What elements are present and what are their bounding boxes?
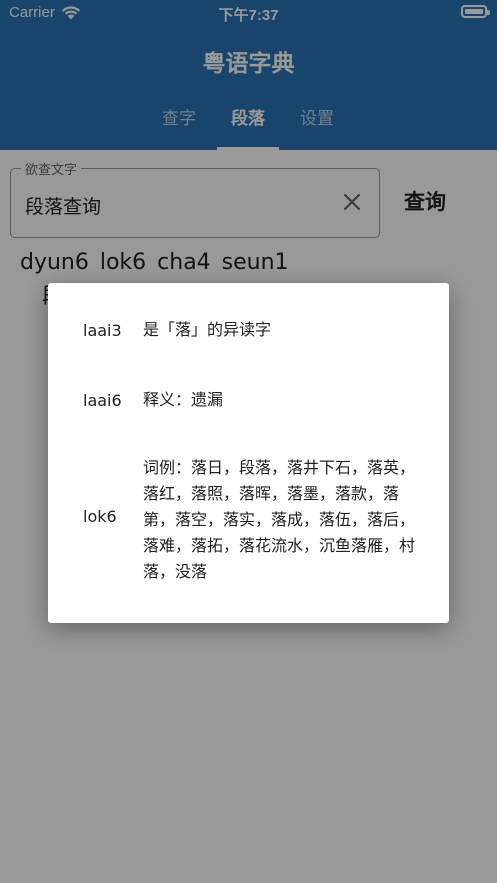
meaning-text: 词例：落日，段落，落井下石，落英，落红，落照，落晖，落墨，落款，落第，落空，落实…	[143, 458, 416, 581]
jyutping-label: lok6	[83, 507, 117, 526]
pronunciation-dialog: laai3 是「落」的异读字 laai6 释义：遗漏 lok6 词例：落日，段落…	[48, 283, 449, 623]
jyutping-label: laai3	[83, 321, 122, 340]
meaning-text: 是「落」的异读字	[143, 320, 272, 339]
jyutping-label: laai6	[83, 391, 122, 410]
meaning-text: 释义：遗漏	[143, 390, 224, 409]
